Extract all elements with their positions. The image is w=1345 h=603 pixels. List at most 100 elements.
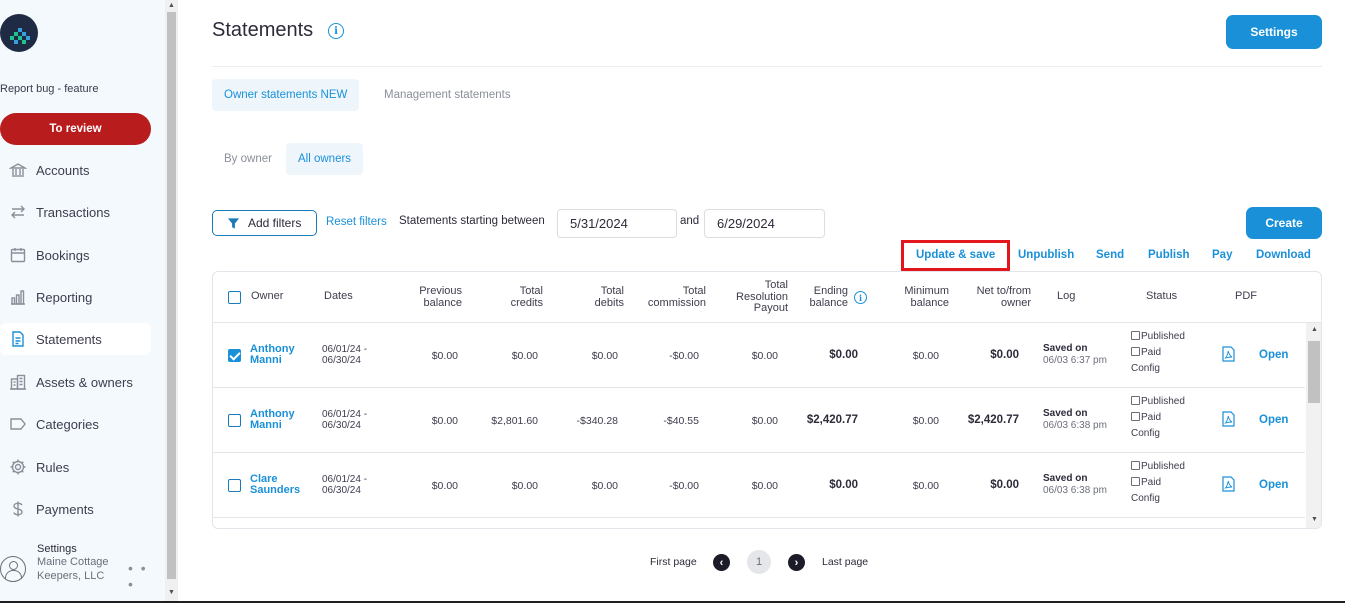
reset-filters-link[interactable]: Reset filters — [326, 216, 387, 228]
header-pdf[interactable]: PDF — [1235, 290, 1257, 303]
header-net-to-from-owner[interactable]: Net to/from owner — [965, 285, 1031, 309]
log-title: Saved on — [1043, 473, 1088, 484]
config-link[interactable]: Config — [1131, 491, 1221, 507]
info-icon[interactable]: i — [328, 23, 344, 39]
more-options-icon[interactable]: • • • — [128, 560, 160, 592]
table-scroll-down-icon[interactable]: ▼ — [1311, 516, 1318, 523]
row-total-debits: $0.00 — [591, 480, 618, 492]
paid-label: Paid — [1141, 347, 1162, 358]
sidebar-item-accounts[interactable]: Accounts — [0, 154, 151, 186]
table-scroll-up-icon[interactable]: ▲ — [1311, 326, 1318, 333]
row-resolution-payout: $0.00 — [751, 480, 778, 492]
organization-name: Maine Cottage Keepers, LLC — [37, 556, 109, 582]
header-ending-balance[interactable]: Ending balance — [796, 285, 848, 309]
document-icon — [0, 330, 36, 348]
pdf-icon[interactable] — [1222, 411, 1235, 427]
download-button[interactable]: Download — [1256, 249, 1311, 261]
header-total-commission[interactable]: Total commission — [635, 285, 706, 309]
ending-balance-info-icon[interactable]: i — [854, 291, 867, 304]
sidebar-item-payments[interactable]: Payments — [0, 493, 151, 525]
to-review-button[interactable]: To review — [0, 113, 151, 145]
paid-label: Paid — [1141, 477, 1162, 488]
unpublish-button[interactable]: Unpublish — [1018, 249, 1074, 261]
sidebar-item-bookings[interactable]: Bookings — [0, 239, 151, 271]
avatar[interactable] — [0, 556, 26, 582]
sidebar-item-categories[interactable]: Categories — [0, 408, 151, 440]
current-page[interactable]: 1 — [747, 550, 771, 574]
sidebar-item-transactions[interactable]: Transactions — [0, 196, 151, 228]
row-checkbox[interactable] — [228, 414, 241, 427]
scroll-up-arrow-icon[interactable]: ▲ — [168, 2, 175, 9]
pdf-icon[interactable] — [1222, 476, 1235, 492]
send-button[interactable]: Send — [1096, 249, 1124, 261]
add-filters-button[interactable]: Add filters — [212, 210, 317, 236]
settings-button[interactable]: Settings — [1226, 15, 1322, 49]
tab-by-owner[interactable]: By owner — [212, 143, 284, 175]
tab-owner-statements[interactable]: Owner statements NEW — [212, 79, 360, 111]
table-row[interactable]: Clare Saunders 06/01/24 - 06/30/24 $0.00… — [213, 453, 1305, 518]
scrollbar-thumb[interactable] — [167, 12, 176, 579]
table-row[interactable]: Anthony Manni 06/01/24 - 06/30/24 $0.00 … — [213, 323, 1305, 388]
report-bug-link[interactable]: Report bug - feature — [0, 83, 98, 95]
next-page-icon[interactable]: › — [788, 554, 805, 571]
paid-checkbox[interactable] — [1131, 347, 1140, 356]
log-date: 06/03 6:38 pm — [1043, 485, 1107, 496]
sidebar-item-assets-owners[interactable]: Assets & owners — [0, 366, 151, 398]
sidebar-item-rules[interactable]: Rules — [0, 451, 151, 483]
gear-icon — [0, 458, 36, 476]
owner-link[interactable]: Anthony Manni — [250, 344, 320, 366]
published-label: Published — [1141, 396, 1185, 407]
start-date-input[interactable]: 5/31/2024 — [557, 209, 677, 238]
last-page-link[interactable]: Last page — [822, 556, 868, 568]
row-total-commission: -$0.00 — [669, 480, 699, 492]
published-checkbox[interactable] — [1131, 461, 1140, 470]
row-ending-balance: $0.00 — [829, 479, 858, 491]
header-dates[interactable]: Dates — [324, 290, 353, 303]
header-total-debits[interactable]: Total debits — [569, 285, 624, 309]
bar-chart-icon — [0, 288, 36, 306]
open-link[interactable]: Open — [1259, 349, 1288, 361]
published-checkbox[interactable] — [1131, 396, 1140, 405]
publish-button[interactable]: Publish — [1148, 249, 1190, 261]
published-checkbox[interactable] — [1131, 331, 1140, 340]
header-log[interactable]: Log — [1057, 290, 1075, 303]
app-logo[interactable] — [0, 14, 38, 52]
create-button[interactable]: Create — [1246, 207, 1322, 239]
row-checkbox[interactable] — [228, 479, 241, 492]
account-settings[interactable]: Settings Maine Cottage Keepers, LLC • • … — [0, 540, 160, 600]
paid-checkbox[interactable] — [1131, 477, 1140, 486]
header-total-credits[interactable]: Total credits — [488, 285, 543, 309]
pdf-icon[interactable] — [1222, 346, 1235, 362]
end-date-input[interactable]: 6/29/2024 — [704, 209, 825, 238]
previous-page-icon[interactable]: ‹ — [713, 554, 730, 571]
sidebar-item-statements[interactable]: Statements — [0, 323, 151, 355]
header-previous-balance[interactable]: Previous balance — [391, 285, 462, 309]
tab-management-statements[interactable]: Management statements — [372, 79, 523, 111]
first-page-link[interactable]: First page — [650, 556, 697, 568]
table-row[interactable]: Anthony Manni 06/01/24 - 06/30/24 $0.00 … — [213, 388, 1305, 453]
owner-link[interactable]: Anthony Manni — [250, 409, 320, 431]
header-total-resolution-payout[interactable]: Total Resolution Payout — [718, 279, 788, 315]
owner-link[interactable]: Clare Saunders — [250, 474, 320, 496]
sidebar-scrollbar[interactable]: ▲ ▼ — [165, 0, 178, 603]
published-checkbox[interactable] — [1131, 528, 1140, 529]
paid-checkbox[interactable] — [1131, 412, 1140, 421]
config-link[interactable]: Config — [1131, 426, 1221, 442]
config-link[interactable]: Config — [1131, 361, 1221, 377]
table-scrollbar[interactable]: ▲ ▼ — [1306, 323, 1321, 528]
table-row[interactable] — [213, 518, 1305, 529]
header-minimum-balance[interactable]: Minimum balance — [893, 285, 949, 309]
table-scrollbar-thumb[interactable] — [1308, 341, 1320, 403]
header-status[interactable]: Status — [1146, 290, 1177, 303]
open-link[interactable]: Open — [1259, 479, 1288, 491]
open-link[interactable]: Open — [1259, 414, 1288, 426]
header-owner[interactable]: Owner — [251, 290, 283, 303]
sidebar-item-reporting[interactable]: Reporting — [0, 281, 151, 313]
scroll-down-arrow-icon[interactable]: ▼ — [168, 589, 175, 596]
row-minimum-balance: $0.00 — [912, 350, 939, 362]
pay-button[interactable]: Pay — [1212, 249, 1232, 261]
tab-all-owners[interactable]: All owners — [286, 143, 364, 175]
log-title: Saved on — [1043, 343, 1088, 354]
row-checkbox[interactable] — [228, 349, 241, 362]
select-all-checkbox[interactable] — [228, 291, 241, 304]
